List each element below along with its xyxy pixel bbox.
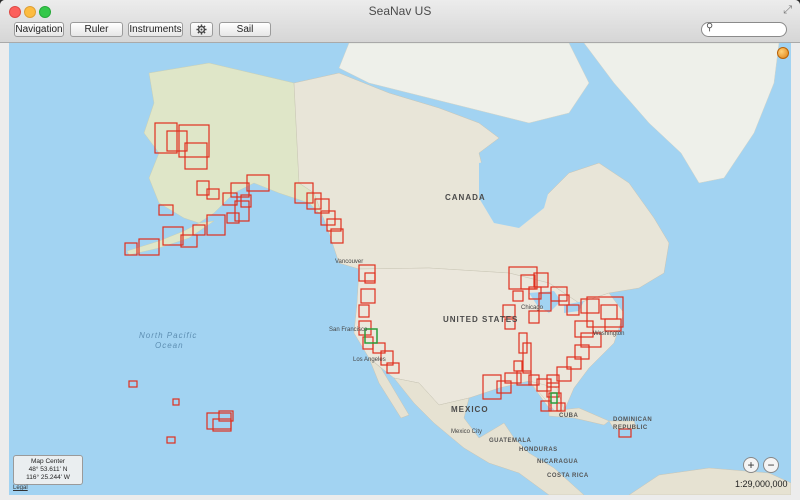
greenland-landmass (583, 43, 780, 184)
label-honduras: HONDURAS (519, 447, 558, 453)
label-mexico: MEXICO (451, 405, 489, 414)
navigation-button[interactable]: Navigation (14, 22, 64, 37)
zoom-out-button[interactable]: − (763, 457, 779, 473)
fullscreen-icon[interactable]: ⤢ (783, 4, 792, 17)
label-canada: CANADA (445, 193, 486, 202)
label-dominican: DOMINICAN (613, 417, 653, 423)
label-nicaragua: NICARAGUA (537, 459, 579, 465)
label-vancouver: Vancouver (335, 259, 364, 265)
app-window: SeaNav US ⤢ Navigation Ruler Instruments… (0, 0, 800, 500)
ruler-button[interactable]: Ruler (70, 22, 123, 37)
map-center-title: Map Center (31, 458, 65, 465)
label-mexico-city: Mexico City (451, 429, 483, 435)
window-title: SeaNav US (368, 4, 432, 18)
title-bar: SeaNav US ⤢ Navigation Ruler Instruments… (0, 0, 800, 43)
label-los-angeles: Los Angeles (353, 357, 386, 363)
aleutian-islands (126, 220, 215, 256)
zoom-in-button[interactable]: + (743, 457, 759, 473)
label-republic: REPUBLIC (613, 425, 648, 431)
label-north-pacific: North Pacific (139, 331, 198, 340)
map-center-latitude: 48° 53.611' N (28, 466, 68, 473)
instruments-button[interactable]: Instruments (128, 22, 183, 37)
search-field[interactable]: ⚲ (701, 22, 787, 37)
sail-button[interactable]: Sail (219, 22, 271, 37)
map-view[interactable]: CANADA UNITED STATES MEXICO North Pacifi… (9, 43, 791, 495)
search-input[interactable] (715, 24, 781, 35)
label-san-francisco: San Francisco (329, 327, 368, 333)
settings-button[interactable] (190, 22, 213, 37)
map-center-panel: Map Center 48° 53.611' N 116° 25.244' W (13, 455, 83, 485)
label-united-states: UNITED STATES (443, 315, 519, 324)
label-guatemala: GUATEMALA (489, 438, 532, 444)
location-orb-icon[interactable] (777, 47, 789, 59)
label-washington: Washington (593, 331, 625, 337)
label-costa-rica: COSTA RICA (547, 473, 589, 479)
map-scale: 1:29,000,000 (735, 479, 788, 489)
map-center-longitude: 116° 25.244' W (26, 474, 70, 481)
search-icon: ⚲ (706, 22, 714, 33)
gear-icon (196, 24, 207, 35)
label-ocean: Ocean (155, 341, 184, 350)
map-canvas[interactable] (9, 43, 791, 495)
legal-link[interactable]: Legal (13, 485, 28, 491)
label-cuba: CUBA (559, 413, 579, 419)
label-chicago: Chicago (521, 305, 544, 311)
